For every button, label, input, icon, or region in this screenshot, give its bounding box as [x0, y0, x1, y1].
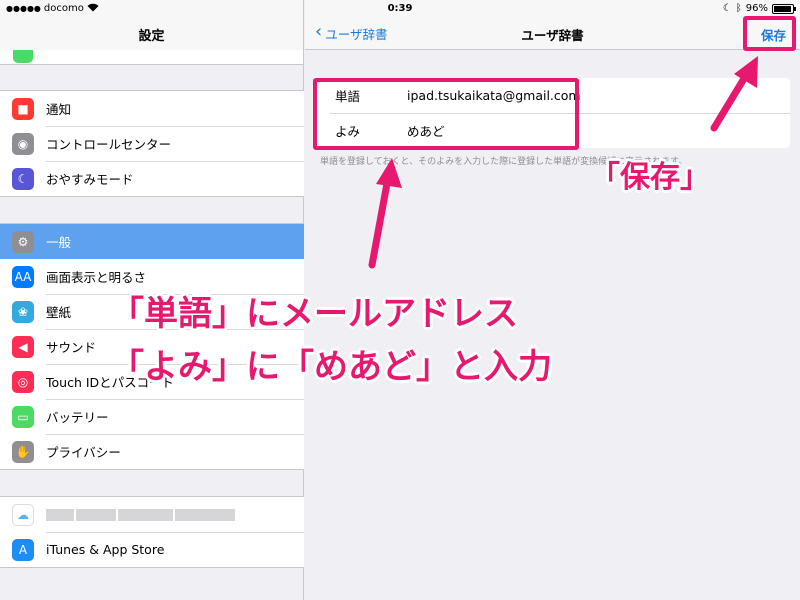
sidebar-item-battery[interactable]: ▭ バッテリー [0, 399, 304, 434]
save-callout: 「保存」 [590, 160, 710, 195]
reading-field[interactable]: めあど [395, 121, 445, 140]
sidebar-item-label: サウンド [46, 340, 97, 355]
speaker-icon: ◀ [12, 335, 34, 358]
sidebar-item-gear[interactable]: ⚙ 一般 [0, 224, 304, 259]
sidebar-item-label: 壁紙 [46, 305, 72, 320]
hand-icon: ✋ [12, 440, 34, 463]
sidebar-item-moon[interactable]: ☾ おやすみモード [0, 161, 304, 196]
display-icon: AA [12, 265, 34, 288]
signal-icon: ●●●●● [6, 4, 41, 13]
status-right: ☾ ᛒ 96% [722, 3, 796, 14]
save-button[interactable]: 保存 [761, 25, 786, 44]
sidebar-item-label: 一般 [46, 235, 72, 250]
fingerprint-icon: ◎ [12, 370, 34, 393]
bluetooth-icon: ᛒ [735, 3, 742, 14]
sidebar-item-label: プライバシー [46, 445, 121, 460]
sidebar-item-label: 通知 [46, 102, 72, 117]
sidebar-item-label: iTunes & App Store [46, 542, 165, 557]
bell-icon: ■ [12, 97, 34, 120]
partial-icon [13, 50, 33, 63]
wifi-icon [87, 3, 99, 15]
sidebar-item-appstore[interactable]: AiTunes & App Store [0, 532, 304, 567]
instruction-line-2: 「よみ」に「めあど」と入力 [110, 347, 552, 387]
hint-text: 単語を登録しておくと、そのよみを入力した際に登録した単語が変換候補に表示されます… [320, 157, 688, 167]
status-bar: ●●●●● docomo 0:39 ☾ ᛒ 96% [0, 0, 800, 17]
sidebar-item-icloud[interactable]: ☁ [0, 497, 304, 532]
status-time: 0:39 [387, 3, 413, 14]
word-field[interactable]: ipad.tsukaikata@gmail.com [395, 88, 581, 103]
gear-icon: ⚙ [12, 230, 34, 253]
icloud-icon: ☁ [12, 503, 34, 526]
settings-group-3: ☁ AiTunes & App Store [0, 496, 304, 568]
sidebar-item-label: コントロールセンター [46, 137, 172, 152]
reading-row[interactable]: よみ めあど [315, 113, 790, 148]
redacted-account-name [46, 508, 235, 521]
sidebar-item-label: バッテリー [46, 410, 109, 425]
partially-hidden-row[interactable] [0, 50, 303, 64]
battery-fill [774, 5, 792, 12]
word-label: 単語 [335, 89, 361, 104]
page-title: ユーザ辞書 [521, 28, 584, 43]
carrier-label: docomo [43, 3, 84, 14]
sidebar-item-label: おやすみモード [46, 172, 134, 187]
settings-group-1: ■ 通知 ◉ コントロールセンター ☾ おやすみモード [0, 90, 304, 197]
battery-percent: 96% [745, 3, 768, 14]
instruction-line-1: 「単語」にメールアドレス [110, 294, 518, 334]
sidebar-title: 設定 [138, 29, 165, 44]
moon-status-icon: ☾ [722, 3, 732, 14]
sidebar-item-hand[interactable]: ✋ プライバシー [0, 434, 304, 469]
toggles-icon: ◉ [12, 132, 34, 155]
battery-icon [772, 3, 796, 14]
reading-label: よみ [335, 124, 361, 139]
dictionary-form: 単語 ipad.tsukaikata@gmail.com よみ めあど [315, 78, 790, 148]
wallpaper-icon: ❀ [12, 300, 34, 323]
sidebar-item-label: 画面表示と明るさ [46, 270, 147, 285]
sidebar-item-toggles[interactable]: ◉ コントロールセンター [0, 126, 304, 161]
word-row[interactable]: 単語 ipad.tsukaikata@gmail.com [315, 78, 790, 113]
battery-icon: ▭ [12, 405, 34, 428]
appstore-icon: A [12, 538, 34, 561]
status-left: ●●●●● docomo [6, 3, 99, 15]
moon-icon: ☾ [12, 167, 34, 190]
sidebar-item-bell[interactable]: ■ 通知 [0, 91, 304, 126]
